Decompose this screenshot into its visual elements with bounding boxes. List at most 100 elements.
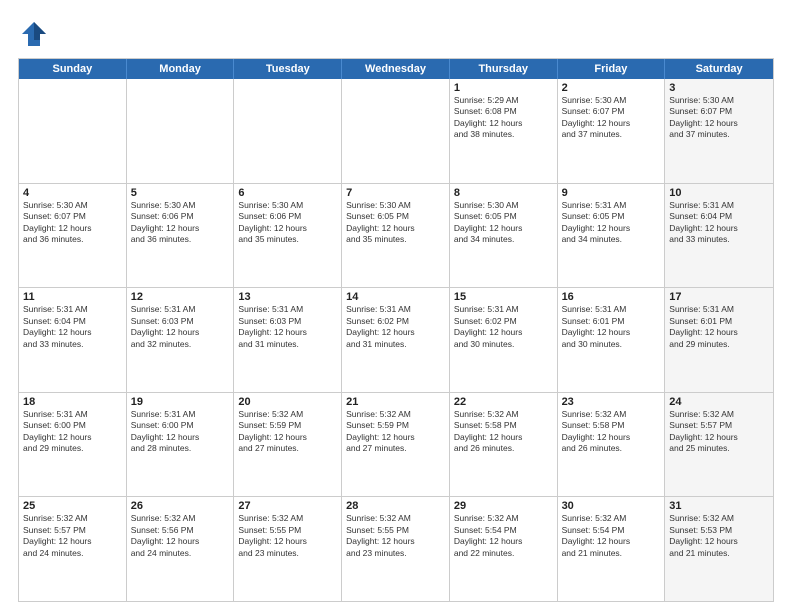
day-number: 21 <box>346 396 445 408</box>
day-number: 18 <box>23 396 122 408</box>
day-info: Sunrise: 5:32 AM Sunset: 5:54 PM Dayligh… <box>454 513 553 559</box>
calendar-day-10: 10Sunrise: 5:31 AM Sunset: 6:04 PM Dayli… <box>665 184 773 288</box>
day-number: 20 <box>238 396 337 408</box>
day-info: Sunrise: 5:32 AM Sunset: 5:58 PM Dayligh… <box>562 409 661 455</box>
day-number: 4 <box>23 187 122 199</box>
day-info: Sunrise: 5:29 AM Sunset: 6:08 PM Dayligh… <box>454 95 553 141</box>
day-info: Sunrise: 5:32 AM Sunset: 5:57 PM Dayligh… <box>669 409 769 455</box>
day-number: 6 <box>238 187 337 199</box>
calendar-day-21: 21Sunrise: 5:32 AM Sunset: 5:59 PM Dayli… <box>342 393 450 497</box>
calendar-empty-cell <box>234 79 342 183</box>
day-info: Sunrise: 5:30 AM Sunset: 6:07 PM Dayligh… <box>669 95 769 141</box>
day-number: 13 <box>238 291 337 303</box>
day-number: 14 <box>346 291 445 303</box>
day-info: Sunrise: 5:31 AM Sunset: 6:02 PM Dayligh… <box>454 304 553 350</box>
calendar-day-24: 24Sunrise: 5:32 AM Sunset: 5:57 PM Dayli… <box>665 393 773 497</box>
day-number: 31 <box>669 500 769 512</box>
day-info: Sunrise: 5:32 AM Sunset: 5:54 PM Dayligh… <box>562 513 661 559</box>
day-info: Sunrise: 5:31 AM Sunset: 6:05 PM Dayligh… <box>562 200 661 246</box>
day-info: Sunrise: 5:30 AM Sunset: 6:06 PM Dayligh… <box>238 200 337 246</box>
calendar-day-1: 1Sunrise: 5:29 AM Sunset: 6:08 PM Daylig… <box>450 79 558 183</box>
day-info: Sunrise: 5:32 AM Sunset: 5:56 PM Dayligh… <box>131 513 230 559</box>
day-number: 24 <box>669 396 769 408</box>
day-number: 8 <box>454 187 553 199</box>
calendar-day-29: 29Sunrise: 5:32 AM Sunset: 5:54 PM Dayli… <box>450 497 558 601</box>
logo <box>18 18 54 50</box>
day-info: Sunrise: 5:32 AM Sunset: 5:57 PM Dayligh… <box>23 513 122 559</box>
day-info: Sunrise: 5:31 AM Sunset: 6:00 PM Dayligh… <box>23 409 122 455</box>
weekday-header-wednesday: Wednesday <box>342 59 450 79</box>
calendar-day-28: 28Sunrise: 5:32 AM Sunset: 5:55 PM Dayli… <box>342 497 450 601</box>
calendar-day-3: 3Sunrise: 5:30 AM Sunset: 6:07 PM Daylig… <box>665 79 773 183</box>
day-number: 27 <box>238 500 337 512</box>
day-number: 30 <box>562 500 661 512</box>
calendar-empty-cell <box>342 79 450 183</box>
calendar-row-2: 11Sunrise: 5:31 AM Sunset: 6:04 PM Dayli… <box>19 287 773 392</box>
day-number: 23 <box>562 396 661 408</box>
day-number: 5 <box>131 187 230 199</box>
day-number: 16 <box>562 291 661 303</box>
calendar-day-7: 7Sunrise: 5:30 AM Sunset: 6:05 PM Daylig… <box>342 184 450 288</box>
day-number: 17 <box>669 291 769 303</box>
day-number: 1 <box>454 82 553 94</box>
calendar-day-12: 12Sunrise: 5:31 AM Sunset: 6:03 PM Dayli… <box>127 288 235 392</box>
day-info: Sunrise: 5:32 AM Sunset: 5:53 PM Dayligh… <box>669 513 769 559</box>
calendar-row-0: 1Sunrise: 5:29 AM Sunset: 6:08 PM Daylig… <box>19 79 773 183</box>
day-number: 25 <box>23 500 122 512</box>
calendar-day-27: 27Sunrise: 5:32 AM Sunset: 5:55 PM Dayli… <box>234 497 342 601</box>
calendar-day-23: 23Sunrise: 5:32 AM Sunset: 5:58 PM Dayli… <box>558 393 666 497</box>
day-number: 19 <box>131 396 230 408</box>
calendar-day-15: 15Sunrise: 5:31 AM Sunset: 6:02 PM Dayli… <box>450 288 558 392</box>
calendar-day-14: 14Sunrise: 5:31 AM Sunset: 6:02 PM Dayli… <box>342 288 450 392</box>
weekday-header-monday: Monday <box>127 59 235 79</box>
weekday-header-sunday: Sunday <box>19 59 127 79</box>
calendar-header: SundayMondayTuesdayWednesdayThursdayFrid… <box>19 59 773 79</box>
calendar-day-18: 18Sunrise: 5:31 AM Sunset: 6:00 PM Dayli… <box>19 393 127 497</box>
day-number: 22 <box>454 396 553 408</box>
day-number: 7 <box>346 187 445 199</box>
calendar-day-22: 22Sunrise: 5:32 AM Sunset: 5:58 PM Dayli… <box>450 393 558 497</box>
day-info: Sunrise: 5:31 AM Sunset: 6:03 PM Dayligh… <box>238 304 337 350</box>
day-info: Sunrise: 5:31 AM Sunset: 6:04 PM Dayligh… <box>669 200 769 246</box>
calendar-day-6: 6Sunrise: 5:30 AM Sunset: 6:06 PM Daylig… <box>234 184 342 288</box>
day-number: 2 <box>562 82 661 94</box>
calendar-row-3: 18Sunrise: 5:31 AM Sunset: 6:00 PM Dayli… <box>19 392 773 497</box>
day-number: 29 <box>454 500 553 512</box>
day-number: 28 <box>346 500 445 512</box>
day-info: Sunrise: 5:30 AM Sunset: 6:05 PM Dayligh… <box>454 200 553 246</box>
day-number: 9 <box>562 187 661 199</box>
day-info: Sunrise: 5:32 AM Sunset: 5:55 PM Dayligh… <box>238 513 337 559</box>
calendar: SundayMondayTuesdayWednesdayThursdayFrid… <box>18 58 774 602</box>
calendar-day-4: 4Sunrise: 5:30 AM Sunset: 6:07 PM Daylig… <box>19 184 127 288</box>
day-number: 11 <box>23 291 122 303</box>
day-info: Sunrise: 5:31 AM Sunset: 6:03 PM Dayligh… <box>131 304 230 350</box>
page: SundayMondayTuesdayWednesdayThursdayFrid… <box>0 0 792 612</box>
weekday-header-saturday: Saturday <box>665 59 773 79</box>
weekday-header-thursday: Thursday <box>450 59 558 79</box>
day-info: Sunrise: 5:30 AM Sunset: 6:06 PM Dayligh… <box>131 200 230 246</box>
weekday-header-tuesday: Tuesday <box>234 59 342 79</box>
day-info: Sunrise: 5:32 AM Sunset: 5:59 PM Dayligh… <box>346 409 445 455</box>
calendar-day-2: 2Sunrise: 5:30 AM Sunset: 6:07 PM Daylig… <box>558 79 666 183</box>
calendar-day-17: 17Sunrise: 5:31 AM Sunset: 6:01 PM Dayli… <box>665 288 773 392</box>
day-number: 12 <box>131 291 230 303</box>
calendar-day-9: 9Sunrise: 5:31 AM Sunset: 6:05 PM Daylig… <box>558 184 666 288</box>
calendar-day-8: 8Sunrise: 5:30 AM Sunset: 6:05 PM Daylig… <box>450 184 558 288</box>
day-info: Sunrise: 5:31 AM Sunset: 6:01 PM Dayligh… <box>562 304 661 350</box>
day-number: 3 <box>669 82 769 94</box>
day-number: 26 <box>131 500 230 512</box>
calendar-empty-cell <box>19 79 127 183</box>
calendar-day-26: 26Sunrise: 5:32 AM Sunset: 5:56 PM Dayli… <box>127 497 235 601</box>
calendar-day-19: 19Sunrise: 5:31 AM Sunset: 6:00 PM Dayli… <box>127 393 235 497</box>
day-info: Sunrise: 5:32 AM Sunset: 5:59 PM Dayligh… <box>238 409 337 455</box>
day-info: Sunrise: 5:32 AM Sunset: 5:55 PM Dayligh… <box>346 513 445 559</box>
day-info: Sunrise: 5:30 AM Sunset: 6:07 PM Dayligh… <box>562 95 661 141</box>
day-info: Sunrise: 5:31 AM Sunset: 6:01 PM Dayligh… <box>669 304 769 350</box>
calendar-day-20: 20Sunrise: 5:32 AM Sunset: 5:59 PM Dayli… <box>234 393 342 497</box>
calendar-day-11: 11Sunrise: 5:31 AM Sunset: 6:04 PM Dayli… <box>19 288 127 392</box>
day-info: Sunrise: 5:32 AM Sunset: 5:58 PM Dayligh… <box>454 409 553 455</box>
day-number: 10 <box>669 187 769 199</box>
calendar-day-5: 5Sunrise: 5:30 AM Sunset: 6:06 PM Daylig… <box>127 184 235 288</box>
day-info: Sunrise: 5:30 AM Sunset: 6:07 PM Dayligh… <box>23 200 122 246</box>
calendar-row-1: 4Sunrise: 5:30 AM Sunset: 6:07 PM Daylig… <box>19 183 773 288</box>
